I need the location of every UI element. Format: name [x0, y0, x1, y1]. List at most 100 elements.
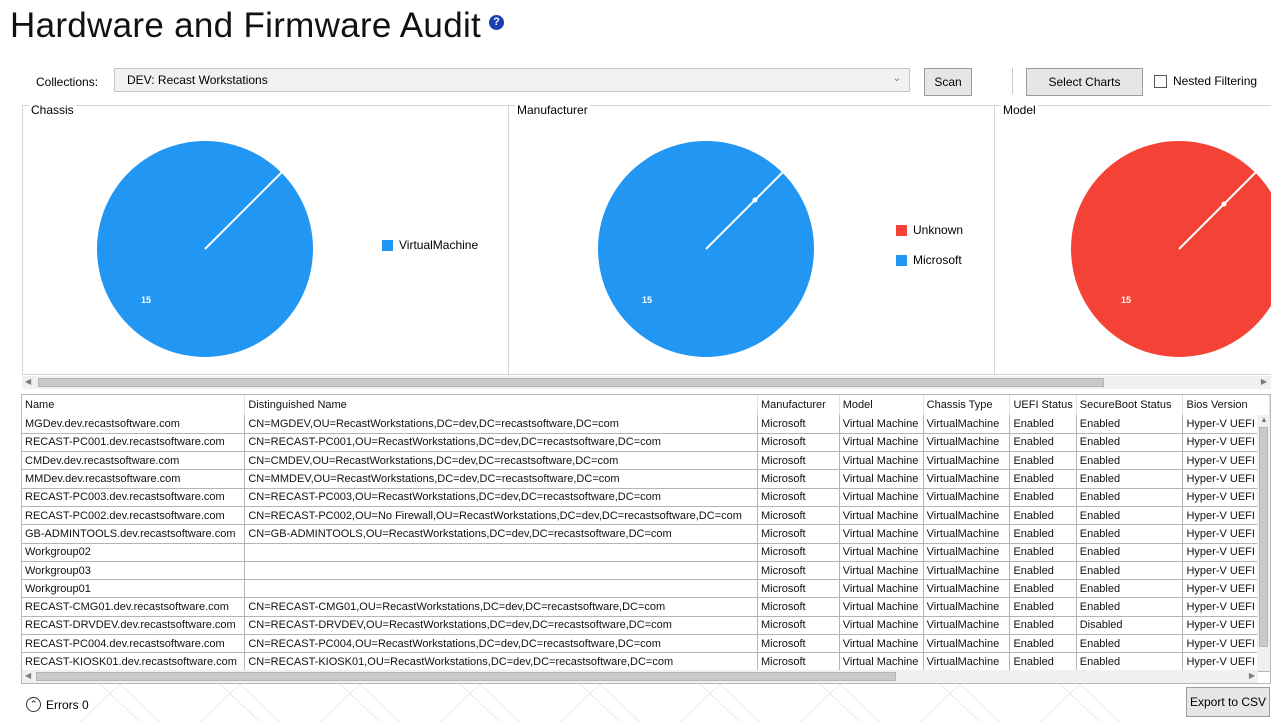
table-cell: CN=RECAST-DRVDEV,OU=RecastWorkstations,D… [244, 616, 758, 636]
table-cell: Virtual Machine [839, 488, 924, 507]
scroll-left-arrow-icon[interactable]: ◀ [25, 377, 31, 386]
table-cell: CN=RECAST-PC003,OU=RecastWorkstations,DC… [244, 488, 758, 507]
charts-horizontal-scrollbar[interactable]: ◀ ▶ [22, 376, 1271, 389]
nested-filtering-label: Nested Filtering [1173, 74, 1258, 88]
legend-label: VirtualMachine [399, 238, 479, 252]
collections-dropdown[interactable]: DEV: Recast Workstations ⌄ [114, 68, 910, 92]
table-cell: Microsoft [757, 415, 840, 434]
table-cell: Microsoft [757, 451, 840, 471]
column-header[interactable]: Chassis Type [923, 395, 1011, 415]
table-row[interactable]: GB-ADMINTOOLS.dev.recastsoftware.com CN=G… [22, 524, 1270, 544]
table-cell: Virtual Machine [839, 469, 924, 489]
table-cell: Enabled [1009, 524, 1077, 544]
table-cell: VirtualMachine [923, 469, 1011, 489]
table-cell: CN=RECAST-PC001,OU=RecastWorkstations,DC… [244, 433, 758, 453]
table-cell: Microsoft [757, 433, 840, 453]
table-cell: Virtual Machine [839, 451, 924, 471]
table-cell: Enabled [1076, 652, 1184, 672]
table-cell: Enabled [1009, 579, 1077, 599]
column-header[interactable]: SecureBoot Status [1076, 395, 1184, 415]
column-header[interactable]: Bios Version [1182, 395, 1270, 415]
table-row[interactable]: RECAST-CMG01.dev.recastsoftware.com CN=RE… [22, 597, 1270, 617]
table-cell: Enabled [1076, 634, 1184, 654]
table-cell: Virtual Machine [839, 543, 924, 562]
scrollbar-thumb[interactable] [36, 672, 896, 681]
table-cell: RECAST-PC004.dev.recastsoftware.com [22, 634, 246, 654]
pie-slice-virtual-machine [1071, 141, 1271, 357]
table-cell: VirtualMachine [923, 616, 1011, 636]
pie-chart-manufacturer: 15 [598, 141, 814, 357]
table-cell: Enabled [1009, 597, 1077, 617]
scrollbar-thumb[interactable] [38, 378, 1104, 387]
errors-label: Errors 0 [46, 697, 89, 712]
chart-title-manufacturer: Manufacturer [515, 103, 590, 117]
help-circle-icon[interactable]: ? [489, 14, 505, 30]
table-cell: Enabled [1076, 415, 1184, 434]
page-title: Hardware and Firmware Audit ? [10, 6, 505, 46]
results-grid: Name Distinguished Name Manufacturer Model C… [22, 395, 1270, 672]
table-row[interactable]: MMDev.dev.recastsoftware.com CN=MMDEV,OU=… [22, 469, 1270, 489]
table-row[interactable]: Workgroup03 Microsoft Virtual Machine Virtu… [22, 561, 1270, 581]
table-cell: RECAST-PC001.dev.recastsoftware.com [22, 433, 246, 453]
table-cell: Enabled [1009, 652, 1077, 672]
table-cell: CN=RECAST-CMG01,OU=RecastWorkstations,DC… [244, 597, 758, 617]
table-header-row: Name Distinguished Name Manufacturer Model C… [22, 395, 1270, 415]
scrollbar-thumb[interactable] [1259, 427, 1268, 647]
column-header[interactable]: Manufacturer [757, 395, 840, 415]
table-row[interactable]: RECAST-DRVDEV.dev.recastsoftware.com CN=R… [22, 616, 1270, 636]
table-row[interactable]: Workgroup01 Microsoft Virtual Machine Virtu… [22, 579, 1270, 599]
footer-decoration [79, 684, 1121, 722]
chart-title-chassis: Chassis [29, 103, 76, 117]
collections-label: Collections: [36, 75, 99, 89]
table-cell: Microsoft [757, 524, 840, 544]
column-header[interactable]: UEFI Status [1009, 395, 1077, 415]
nested-filtering-checkbox[interactable] [1154, 75, 1167, 88]
scroll-left-arrow-icon[interactable]: ◀ [25, 671, 31, 680]
column-header[interactable]: Model [839, 395, 924, 415]
legend-swatch [896, 224, 907, 236]
column-header[interactable]: Name [22, 395, 246, 415]
table-cell: VirtualMachine [923, 524, 1011, 544]
scroll-right-arrow-icon[interactable]: ▶ [1261, 377, 1267, 386]
legend-item-unknown: Unknown [896, 223, 963, 237]
table-cell: VirtualMachine [923, 634, 1011, 654]
table-cell: VirtualMachine [923, 415, 1011, 434]
errors-toggle[interactable]: ⌃ Errors 0 [26, 697, 89, 712]
pie-chart-chassis: 15 [97, 141, 313, 357]
table-cell: VirtualMachine [923, 433, 1011, 453]
table-cell: Microsoft [757, 616, 840, 636]
chevron-down-icon: ⌄ [892, 73, 901, 84]
table-row[interactable]: RECAST-PC004.dev.recastsoftware.com CN=RE… [22, 634, 1270, 654]
column-header[interactable]: Distinguished Name [244, 395, 758, 415]
scan-button[interactable]: Scan [924, 68, 972, 96]
table-cell: Enabled [1076, 524, 1184, 544]
table-cell: Enabled [1076, 561, 1184, 581]
table-cell: Workgroup02 [22, 543, 246, 562]
table-cell: Microsoft [757, 561, 840, 581]
export-csv-button[interactable]: Export to CSV [1186, 687, 1270, 717]
legend-item-microsoft: Microsoft [896, 253, 962, 267]
table-row[interactable]: MGDev.dev.recastsoftware.com CN=MGDEV,OU=… [22, 415, 1270, 434]
scroll-right-arrow-icon[interactable]: ▶ [1249, 671, 1255, 680]
scroll-up-arrow-icon[interactable]: ▲ [1260, 415, 1268, 424]
table-row[interactable]: RECAST-PC001.dev.recastsoftware.com CN=RE… [22, 433, 1270, 453]
table-row[interactable]: RECAST-PC002.dev.recastsoftware.com CN=RE… [22, 506, 1270, 526]
pie-slice-unknown-marker [752, 197, 758, 203]
collections-value: DEV: Recast Workstations [127, 73, 268, 87]
table-cell: CN=MMDEV,OU=RecastWorkstations,DC=dev,DC… [244, 469, 758, 489]
table-cell: VirtualMachine [923, 579, 1011, 599]
legend-swatch [896, 254, 907, 266]
table-row[interactable]: Workgroup02 Microsoft Virtual Machine Virtu… [22, 543, 1270, 562]
table-cell: VirtualMachine [923, 506, 1011, 526]
table-cell: CN=RECAST-KIOSK01,OU=RecastWorkstations,… [244, 652, 758, 672]
table-row[interactable]: RECAST-PC003.dev.recastsoftware.com CN=RE… [22, 488, 1270, 507]
chart-panel-model: Model 15 [994, 103, 1271, 375]
table-horizontal-scrollbar[interactable]: ◀ ▶ [22, 670, 1258, 683]
table-row[interactable]: RECAST-KIOSK01.dev.recastsoftware.com CN=… [22, 652, 1270, 672]
table-cell: Microsoft [757, 579, 840, 599]
table-row[interactable]: CMDev.dev.recastsoftware.com CN=CMDEV,OU=… [22, 451, 1270, 471]
select-charts-button[interactable]: Select Charts [1026, 68, 1143, 96]
table-cell: VirtualMachine [923, 561, 1011, 581]
table-cell: Enabled [1009, 634, 1077, 654]
table-vertical-scrollbar[interactable]: ▲ [1257, 415, 1270, 671]
